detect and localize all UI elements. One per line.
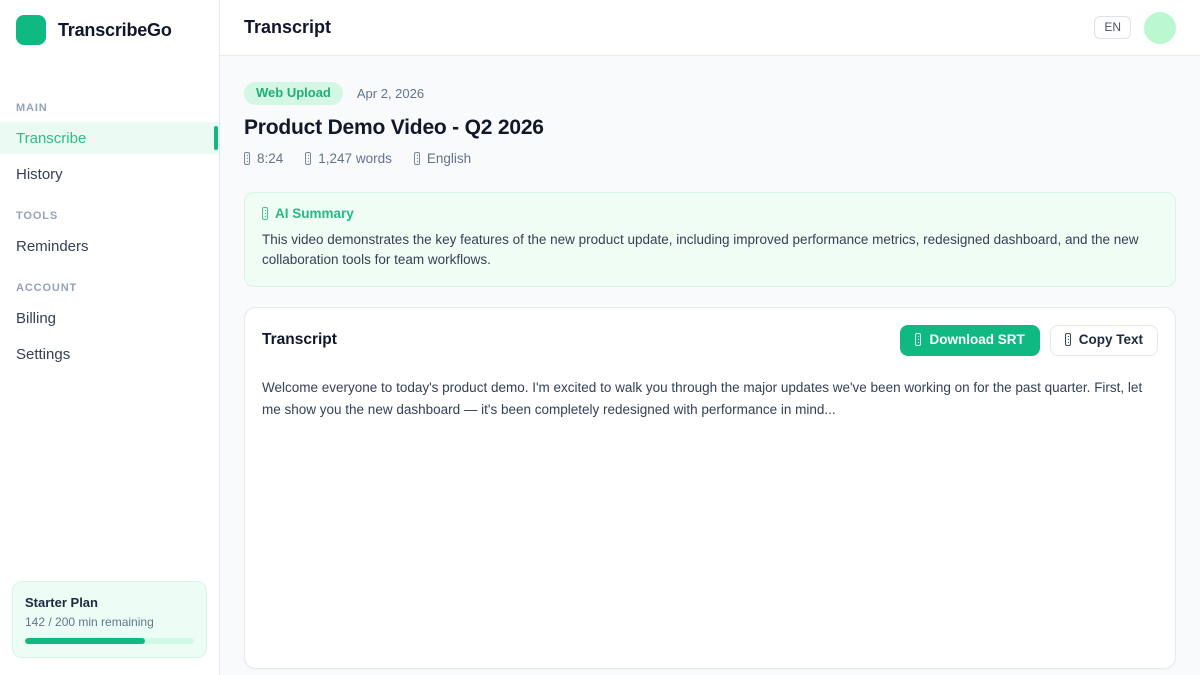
plan-usage: 142 / 200 min remaining (25, 615, 194, 629)
ai-summary-box: AI Summary This video demonstrates the k… (244, 192, 1176, 287)
source-badge: Web Upload (244, 82, 343, 105)
copy-text-label: Copy Text (1079, 332, 1143, 348)
meta-language-value: English (427, 151, 471, 166)
sidebar-spacer (0, 374, 219, 569)
sidebar-item-transcribe[interactable]: Transcribe (0, 122, 219, 154)
sidebar-item-label: Transcribe (16, 130, 86, 147)
doc-meta-row: Web Upload Apr 2, 2026 (244, 82, 1176, 105)
meta-items: 8:24 1,247 words English (244, 151, 1176, 166)
sidebar-item-history[interactable]: History (0, 158, 219, 190)
avatar[interactable] (1144, 12, 1176, 44)
transcript-head: Transcript Download SRT Copy Text (262, 325, 1158, 356)
transcript-body: Welcome everyone to today's product demo… (262, 377, 1158, 421)
sidebar-item-label: Reminders (16, 238, 89, 255)
sidebar-item-label: Settings (16, 346, 70, 363)
topbar: Transcript EN (220, 0, 1200, 56)
sidebar-nav: MAIN Transcribe History TOOLS Reminders … (0, 82, 219, 374)
globe-icon (414, 152, 420, 165)
document-icon (305, 152, 311, 165)
content: Web Upload Apr 2, 2026 Product Demo Vide… (220, 56, 1200, 675)
plan-progress-bar (25, 638, 194, 644)
nav-section-tools: TOOLS (0, 210, 219, 222)
sidebar-item-settings[interactable]: Settings (0, 338, 219, 370)
download-icon (915, 333, 921, 346)
meta-duration: 8:24 (244, 151, 283, 166)
meta-language: English (414, 151, 471, 166)
main-area: Transcript EN Web Upload Apr 2, 2026 Pro… (220, 0, 1200, 675)
copy-text-button[interactable]: Copy Text (1050, 325, 1158, 356)
language-badge[interactable]: EN (1094, 16, 1131, 38)
download-srt-button[interactable]: Download SRT (900, 325, 1039, 356)
page-title: Transcript (244, 17, 331, 38)
transcript-card: Transcript Download SRT Copy Text Welcom… (244, 307, 1176, 669)
sparkles-icon (262, 207, 268, 220)
sidebar: TranscribeGo MAIN Transcribe History TOO… (0, 0, 220, 675)
meta-words: 1,247 words (305, 151, 392, 166)
download-srt-label: Download SRT (929, 332, 1024, 348)
doc-title: Product Demo Video - Q2 2026 (244, 116, 1176, 140)
ai-summary-label-row: AI Summary (262, 206, 1158, 221)
sidebar-item-label: History (16, 166, 63, 183)
clock-icon (244, 152, 250, 165)
topbar-right: EN (1094, 12, 1176, 44)
sidebar-item-label: Billing (16, 310, 56, 327)
ai-summary-text: This video demonstrates the key features… (262, 230, 1158, 270)
sidebar-item-reminders[interactable]: Reminders (0, 230, 219, 262)
brand-name: TranscribeGo (58, 20, 172, 41)
plan-progress-fill (25, 638, 145, 644)
nav-section-account: ACCOUNT (0, 282, 219, 294)
meta-duration-value: 8:24 (257, 151, 283, 166)
nav-section-main: MAIN (0, 102, 219, 114)
plan-card: Starter Plan 142 / 200 min remaining (12, 581, 207, 658)
plan-name: Starter Plan (25, 595, 194, 610)
transcript-card-title: Transcript (262, 331, 337, 349)
brand: TranscribeGo (0, 0, 219, 60)
copy-icon (1065, 333, 1071, 346)
meta-words-value: 1,247 words (318, 151, 392, 166)
doc-date: Apr 2, 2026 (357, 86, 424, 101)
brand-logo-icon (16, 15, 46, 45)
sidebar-item-billing[interactable]: Billing (0, 302, 219, 334)
transcript-actions: Download SRT Copy Text (900, 325, 1158, 356)
ai-summary-label: AI Summary (275, 206, 354, 221)
